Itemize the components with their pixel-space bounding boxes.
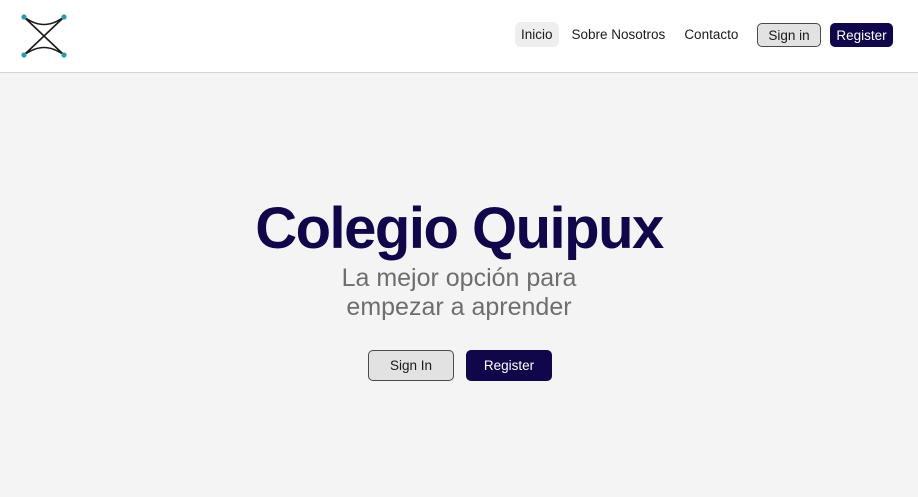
hero-register-button[interactable]: Register	[466, 350, 552, 381]
hero-subtitle: La mejor opción para empezar a aprender	[341, 264, 577, 321]
header-register-button[interactable]: Register	[830, 23, 893, 47]
x-crossed-lines-logo-icon[interactable]	[20, 13, 68, 59]
nav-link-inicio[interactable]: Inicio	[515, 22, 559, 47]
hero-sign-in-button[interactable]: Sign In	[368, 350, 454, 381]
header-sign-in-button[interactable]: Sign in	[757, 23, 821, 47]
main-nav: Inicio Sobre Nosotros Contacto	[515, 22, 751, 47]
nav-link-contacto[interactable]: Contacto	[678, 22, 744, 47]
hero-title: Colegio Quipux	[255, 196, 664, 261]
site-header: Inicio Sobre Nosotros Contacto Sign in R…	[0, 0, 918, 73]
hero-actions: Sign In Register	[0, 350, 918, 381]
nav-link-sobre-nosotros[interactable]: Sobre Nosotros	[566, 22, 672, 47]
hero-section: Colegio Quipux La mejor opción para empe…	[0, 196, 918, 322]
